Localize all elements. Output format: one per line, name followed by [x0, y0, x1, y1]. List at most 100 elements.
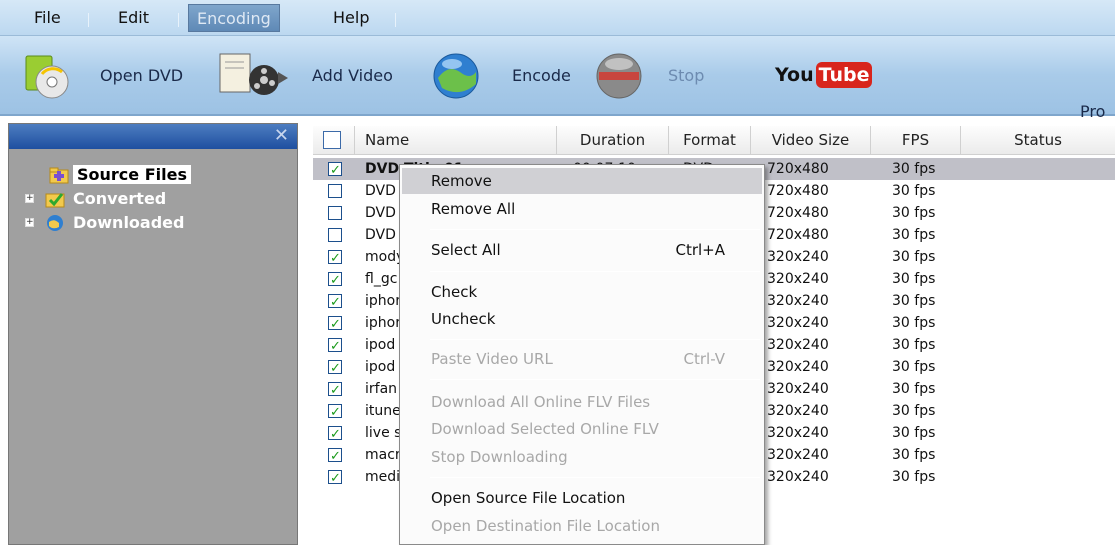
cell-fps: 30 fps: [892, 205, 936, 221]
row-checkbox[interactable]: [328, 380, 342, 402]
cell-fps: 30 fps: [892, 183, 936, 199]
row-checkbox[interactable]: [328, 184, 342, 198]
menu-select-all-label: Select All: [431, 241, 501, 259]
menu-check-label: Check: [431, 283, 478, 301]
folder-add-icon: [49, 167, 69, 184]
toolbar: Open DVD Add Video Encode Stop You Tube …: [0, 36, 1115, 121]
cell-video-size: 320x240: [767, 381, 829, 397]
column-header-name[interactable]: Name: [355, 126, 557, 155]
cell-fps: 30 fps: [892, 249, 936, 265]
cell-video-size: 720x480: [767, 161, 829, 177]
menu-file[interactable]: File: [26, 4, 69, 32]
menu-help[interactable]: Help: [325, 4, 377, 32]
tree-label: Converted: [73, 189, 167, 208]
cell-video-size: 320x240: [767, 271, 829, 287]
row-checkbox[interactable]: [328, 402, 342, 424]
cell-video-size: 320x240: [767, 293, 829, 309]
stop-icon: [596, 53, 642, 99]
menu-divider: [430, 229, 760, 230]
menu-open-dest-label: Open Destination File Location: [431, 517, 660, 535]
cell-fps: 30 fps: [892, 315, 936, 331]
youtube-you-text: You: [775, 64, 814, 86]
row-checkbox[interactable]: [328, 468, 342, 490]
youtube-logo: You Tube: [775, 62, 873, 88]
row-checkbox[interactable]: [328, 446, 342, 468]
folder-check-icon: [45, 193, 65, 208]
menu-remove-label: Remove: [431, 172, 492, 190]
open-dvd-button[interactable]: Open DVD: [18, 36, 198, 116]
row-checkbox[interactable]: [328, 228, 342, 242]
add-video-label: Add Video: [312, 66, 393, 85]
add-video-button[interactable]: Add Video: [216, 36, 406, 116]
cell-fps: 30 fps: [892, 271, 936, 287]
expand-icon[interactable]: +: [25, 194, 34, 203]
menu-encoding[interactable]: Encoding: [188, 4, 280, 32]
column-header-format[interactable]: Format: [669, 126, 751, 155]
cell-video-size: 320x240: [767, 447, 829, 463]
menu-stop-downloading-label: Stop Downloading: [431, 448, 568, 466]
cell-fps: 30 fps: [892, 469, 936, 485]
menu-paste-video-url: Paste Video URL Ctrl-V: [402, 346, 762, 372]
close-icon[interactable]: ✕: [274, 126, 289, 146]
menu-separator: [88, 13, 89, 27]
row-checkbox[interactable]: [328, 424, 342, 446]
menu-edit[interactable]: Edit: [110, 4, 157, 32]
menu-divider: [430, 379, 760, 380]
row-checkbox[interactable]: [328, 292, 342, 314]
tree-item-source-files[interactable]: Source Files: [49, 164, 191, 186]
cell-fps: 30 fps: [892, 293, 936, 309]
menu-uncheck[interactable]: Uncheck: [402, 306, 762, 332]
menu-divider: [430, 339, 760, 340]
context-menu: Remove Remove All Select All Ctrl+A Chec…: [399, 164, 765, 545]
menu-remove-all-label: Remove All: [431, 200, 516, 218]
cell-video-size: 320x240: [767, 315, 829, 331]
header-check-cell: [313, 126, 355, 155]
row-checkbox[interactable]: [328, 358, 342, 380]
menu-divider: [430, 477, 760, 478]
tree-item-downloaded[interactable]: + Downloaded: [25, 212, 188, 234]
expand-icon[interactable]: +: [25, 218, 34, 227]
menu-select-all[interactable]: Select All Ctrl+A: [402, 237, 762, 263]
film-reel-icon: [219, 53, 288, 95]
left-panel-header: ✕: [9, 124, 297, 149]
menu-check[interactable]: Check: [402, 279, 762, 305]
menu-download-all-flv: Download All Online FLV Files: [402, 389, 762, 415]
menu-separator: [178, 13, 179, 27]
menu-open-source-location[interactable]: Open Source File Location: [402, 485, 762, 511]
menu-download-selected-label: Download Selected Online FLV: [431, 420, 659, 438]
cell-video-size: 320x240: [767, 403, 829, 419]
stop-label: Stop: [668, 66, 705, 85]
tree-item-converted[interactable]: + Converted: [25, 188, 170, 210]
row-checkbox[interactable]: [328, 270, 342, 292]
column-header-video-size[interactable]: Video Size: [751, 126, 871, 155]
select-all-checkbox[interactable]: [323, 131, 341, 149]
row-checkbox[interactable]: [328, 160, 342, 182]
menu-stop-downloading: Stop Downloading: [402, 444, 762, 470]
column-header-fps[interactable]: FPS: [871, 126, 961, 155]
cell-fps: 30 fps: [892, 337, 936, 353]
menu-bar: File Edit Encoding Help: [0, 0, 1115, 36]
encode-globe-icon: [433, 53, 479, 99]
cell-video-size: 320x240: [767, 425, 829, 441]
cell-fps: 30 fps: [892, 227, 936, 243]
menu-paste-video-url-label: Paste Video URL: [431, 350, 553, 368]
pro-label[interactable]: Pro: [1080, 102, 1105, 121]
left-panel: ✕ Source Files + Converted + Downloaded: [8, 123, 298, 545]
row-checkbox[interactable]: [328, 248, 342, 270]
youtube-button[interactable]: You Tube: [775, 36, 873, 116]
menu-remove-all[interactable]: Remove All: [402, 196, 762, 222]
row-checkbox[interactable]: [328, 206, 342, 220]
row-checkbox[interactable]: [328, 336, 342, 358]
encode-button[interactable]: Encode: [430, 36, 571, 116]
dvd-icon: [25, 55, 69, 99]
menu-download-all-label: Download All Online FLV Files: [431, 393, 651, 411]
menu-remove[interactable]: Remove: [402, 168, 762, 194]
column-header-duration[interactable]: Duration: [557, 126, 669, 155]
shortcut-label: Ctrl-V: [683, 350, 725, 368]
cell-video-size: 720x480: [767, 205, 829, 221]
globe-download-icon: [47, 215, 63, 231]
stop-button[interactable]: Stop: [593, 36, 713, 116]
row-checkbox[interactable]: [328, 314, 342, 336]
column-header-status[interactable]: Status: [961, 126, 1115, 155]
list-header: Name Duration Format Video Size FPS Stat…: [313, 126, 1115, 155]
